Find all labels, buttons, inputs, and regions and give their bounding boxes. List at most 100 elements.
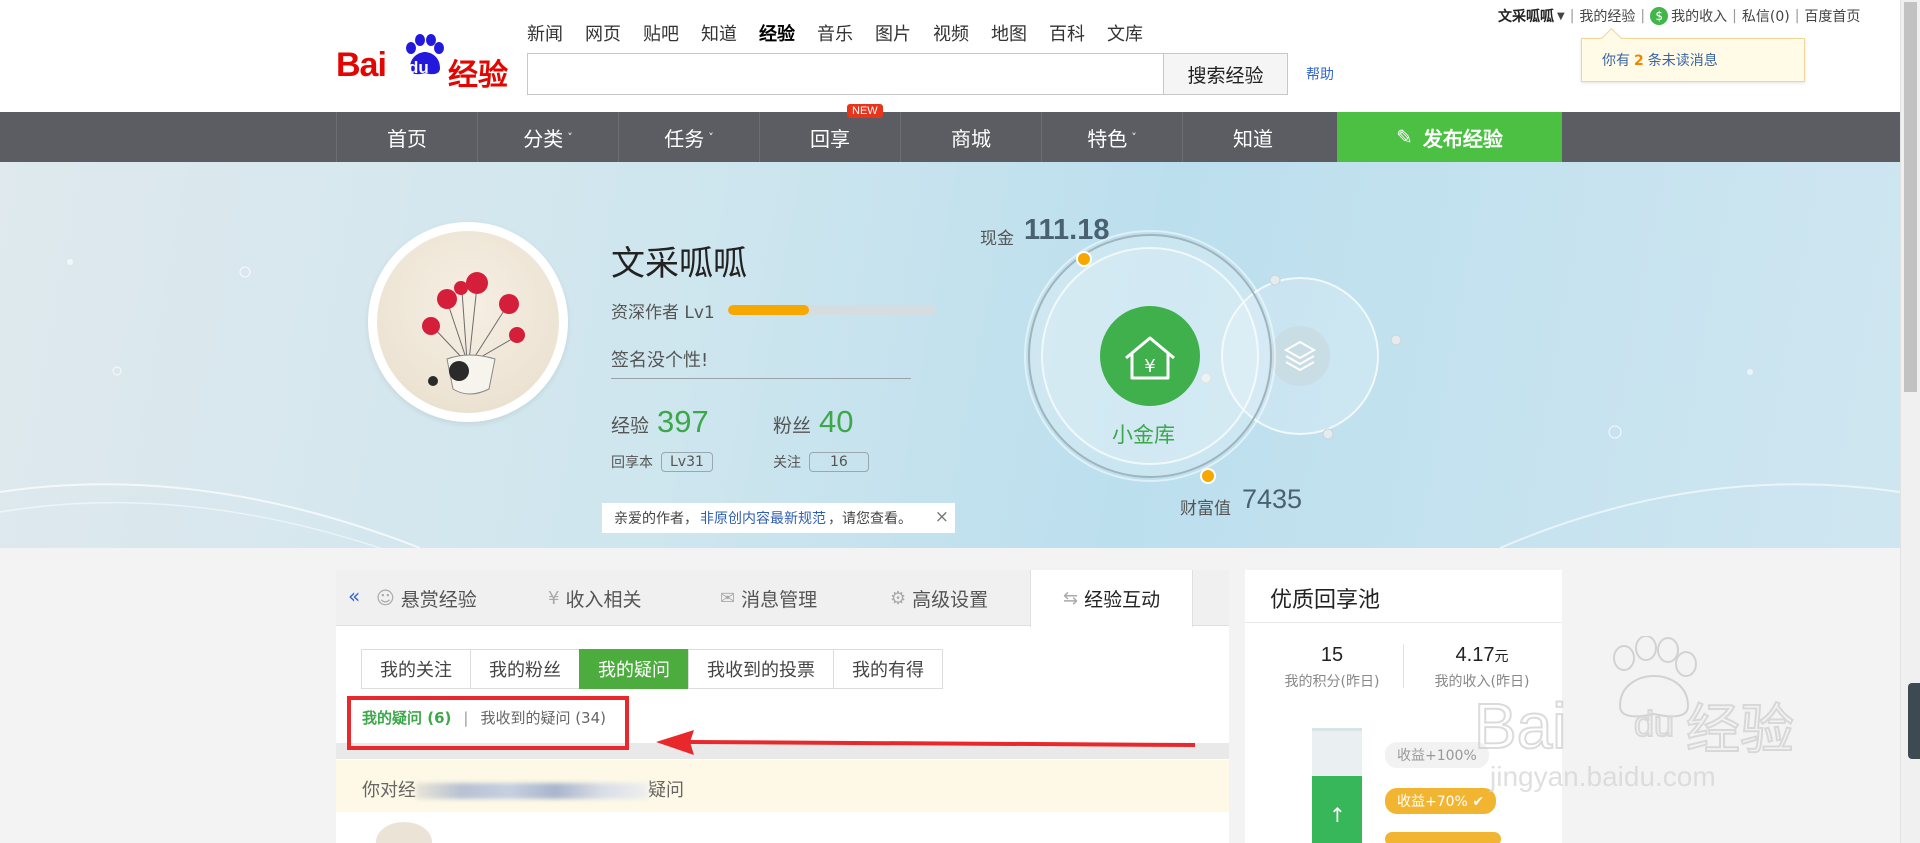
subtab-my-fans[interactable]: 我的粉丝 bbox=[470, 649, 580, 689]
user-bar: 文采呱呱 ▼ | 我的经验 | $ 我的收入 | 私信(0) | 百度首页 bbox=[1498, 6, 1861, 26]
tab-income[interactable]: ¥ 收入相关 bbox=[548, 570, 641, 626]
svg-text:Bai: Bai bbox=[1474, 690, 1567, 762]
pool-tag-next bbox=[1385, 832, 1501, 843]
coin-icon: $ bbox=[1650, 7, 1669, 25]
swap-icon: ⇆ bbox=[1063, 588, 1079, 609]
svg-text:du: du bbox=[1634, 703, 1674, 744]
cash-label: 现金 bbox=[980, 229, 1014, 249]
pen-icon: ✎ bbox=[1396, 125, 1413, 149]
unread-notice-popup[interactable]: 你有 2 条未读消息 bbox=[1581, 38, 1805, 82]
nav-huixiang[interactable]: 回享 bbox=[759, 112, 900, 162]
help-link[interactable]: 帮助 bbox=[1306, 64, 1334, 84]
main-nav: 首页 分类 ˅ 任务 ˅ 回享 商城 特色 ˅ 知道 bbox=[0, 112, 1900, 162]
yuan-icon: ¥ bbox=[548, 587, 560, 609]
nav-home[interactable]: 首页 bbox=[336, 112, 477, 162]
fans-stat[interactable]: 粉丝 40 bbox=[773, 404, 854, 440]
username-menu[interactable]: 文采呱呱 bbox=[1498, 6, 1554, 26]
svg-text:jingyan.baidu.com: jingyan.baidu.com bbox=[1489, 761, 1716, 792]
nav-featured[interactable]: 特色 ˅ bbox=[1041, 112, 1182, 162]
tab-reward-experience[interactable]: ☺ 悬赏经验 bbox=[376, 570, 477, 626]
check-icon: ✔ bbox=[1472, 794, 1485, 810]
svg-text:¥: ¥ bbox=[1144, 356, 1155, 377]
author-level: 资深作者 Lv1 bbox=[611, 303, 715, 323]
topnav-image[interactable]: 图片 bbox=[875, 20, 911, 46]
level-progress-bar bbox=[728, 305, 936, 315]
yesterday-score: 15 我的积分(昨日) bbox=[1284, 644, 1380, 690]
topnav-baike[interactable]: 百科 bbox=[1049, 20, 1085, 46]
profile-banner: 文采呱呱 资深作者 Lv1 签名没个性! 经验 397 粉丝 40 回享本 Lv31 … bbox=[0, 162, 1900, 548]
tab-advanced-settings[interactable]: ⚙ 高级设置 bbox=[890, 570, 988, 626]
mail-icon: ✉ bbox=[720, 587, 736, 609]
huixiang-stat[interactable]: 回享本 Lv31 bbox=[611, 452, 713, 472]
wealth-label: 财富值 bbox=[1180, 499, 1231, 519]
topnav-music[interactable]: 音乐 bbox=[817, 20, 853, 46]
unread-count: 2 bbox=[1634, 53, 1644, 69]
follow-count: 16 bbox=[809, 452, 869, 472]
annotation-arrow-icon bbox=[656, 730, 1196, 755]
my-experience-link[interactable]: 我的经验 bbox=[1579, 6, 1635, 26]
topnav-map[interactable]: 地图 bbox=[991, 20, 1027, 46]
scrollbar-thumb[interactable] bbox=[1904, 2, 1917, 392]
topnav-web[interactable]: 网页 bbox=[585, 20, 621, 46]
my-income-link[interactable]: 我的收入 bbox=[1671, 6, 1727, 26]
experience-stat[interactable]: 经验 397 bbox=[611, 404, 709, 440]
chevron-down-icon[interactable]: ▼ bbox=[1557, 11, 1565, 22]
topnav-jingyan[interactable]: 经验 bbox=[759, 20, 795, 46]
topnav-news[interactable]: 新闻 bbox=[527, 20, 563, 46]
annotation-highlight-box bbox=[347, 696, 629, 750]
topnav-video[interactable]: 视频 bbox=[933, 20, 969, 46]
originality-rules-link[interactable]: 非原创内容最新规范 bbox=[700, 508, 826, 528]
nav-mall[interactable]: 商城 bbox=[900, 112, 1041, 162]
wealth-value: 7435 bbox=[1242, 484, 1303, 514]
vault-label[interactable]: 小金库 bbox=[1112, 419, 1175, 449]
side-widget[interactable] bbox=[1908, 683, 1920, 759]
nav-zhidao[interactable]: 知道 bbox=[1182, 112, 1323, 162]
top-header: Bai du 经验 新闻 网页 贴吧 知道 经验 音乐 图片 视频 地图 百科 … bbox=[0, 0, 1900, 112]
baidu-home-link[interactable]: 百度首页 bbox=[1804, 6, 1860, 26]
blurred-title bbox=[416, 783, 648, 799]
top-nav: 新闻 网页 贴吧 知道 经验 音乐 图片 视频 地图 百科 文库 bbox=[527, 20, 1165, 46]
close-icon[interactable]: × bbox=[935, 507, 949, 527]
topnav-tieba[interactable]: 贴吧 bbox=[643, 20, 679, 46]
search-button[interactable]: 搜索经验 bbox=[1163, 53, 1288, 95]
fans-count: 40 bbox=[819, 404, 854, 439]
subtab-received-votes[interactable]: 我收到的投票 bbox=[688, 649, 834, 689]
cash-value[interactable]: 111.18 bbox=[1024, 214, 1110, 247]
follow-stat[interactable]: 关注 16 bbox=[773, 452, 869, 472]
nav-category[interactable]: 分类 ˅ bbox=[477, 112, 618, 162]
publish-experience-button[interactable]: ✎ 发布经验 bbox=[1337, 112, 1562, 162]
experience-count: 397 bbox=[657, 404, 709, 439]
pool-title: 优质回享池 bbox=[1270, 588, 1381, 613]
topnav-zhidao[interactable]: 知道 bbox=[701, 20, 737, 46]
chevron-down-icon: ˅ bbox=[1131, 130, 1137, 144]
search-input[interactable] bbox=[527, 53, 1164, 95]
gear-icon: ⚙ bbox=[890, 587, 907, 609]
level-progress-fill bbox=[728, 305, 810, 315]
chevron-down-icon: ˅ bbox=[708, 130, 714, 144]
topnav-wenku[interactable]: 文库 bbox=[1107, 20, 1143, 46]
nav-tasks[interactable]: 任务 ˅ bbox=[618, 112, 759, 162]
pool-gauge: ↑ bbox=[1312, 728, 1362, 843]
signature[interactable]: 签名没个性! bbox=[611, 346, 911, 379]
baidu-jingyan-logo[interactable]: Bai du 经验 bbox=[336, 34, 516, 92]
author-tip: 亲爱的作者， 非原创内容最新规范 ，请您查看。 × bbox=[602, 503, 955, 533]
chevron-down-icon: ˅ bbox=[567, 130, 573, 144]
question-row[interactable]: 你对经 疑问 bbox=[336, 760, 1229, 812]
arrow-up-icon: ↑ bbox=[1329, 803, 1346, 827]
banner-decoration bbox=[0, 259, 1900, 548]
avatar[interactable] bbox=[377, 231, 559, 413]
vault-graphic: ¥ bbox=[1024, 230, 1402, 484]
tab-bar: « ☺ 悬赏经验 ¥ 收入相关 ✉ 消息管理 ⚙ 高级设置 ⇆ 经验互动 bbox=[336, 570, 1229, 627]
new-badge: NEW bbox=[847, 104, 883, 118]
tab-messages[interactable]: ✉ 消息管理 bbox=[720, 570, 817, 626]
collapse-icon[interactable]: « bbox=[348, 584, 360, 608]
subtab-my-gains[interactable]: 我的有得 bbox=[833, 649, 943, 689]
subtab-my-follows[interactable]: 我的关注 bbox=[361, 649, 471, 689]
smiley-icon: ☺ bbox=[376, 587, 395, 609]
huixiang-level-badge: Lv31 bbox=[661, 452, 713, 472]
subtab-my-questions[interactable]: 我的疑问 bbox=[579, 649, 689, 689]
private-messages-link[interactable]: 私信(0) bbox=[1742, 6, 1790, 26]
sub-tabs: 我的关注 我的粉丝 我的疑问 我收到的投票 我的有得 bbox=[361, 649, 943, 689]
tab-experience-interaction[interactable]: ⇆ 经验互动 bbox=[1030, 570, 1194, 627]
svg-text:经验: 经验 bbox=[1686, 698, 1794, 761]
